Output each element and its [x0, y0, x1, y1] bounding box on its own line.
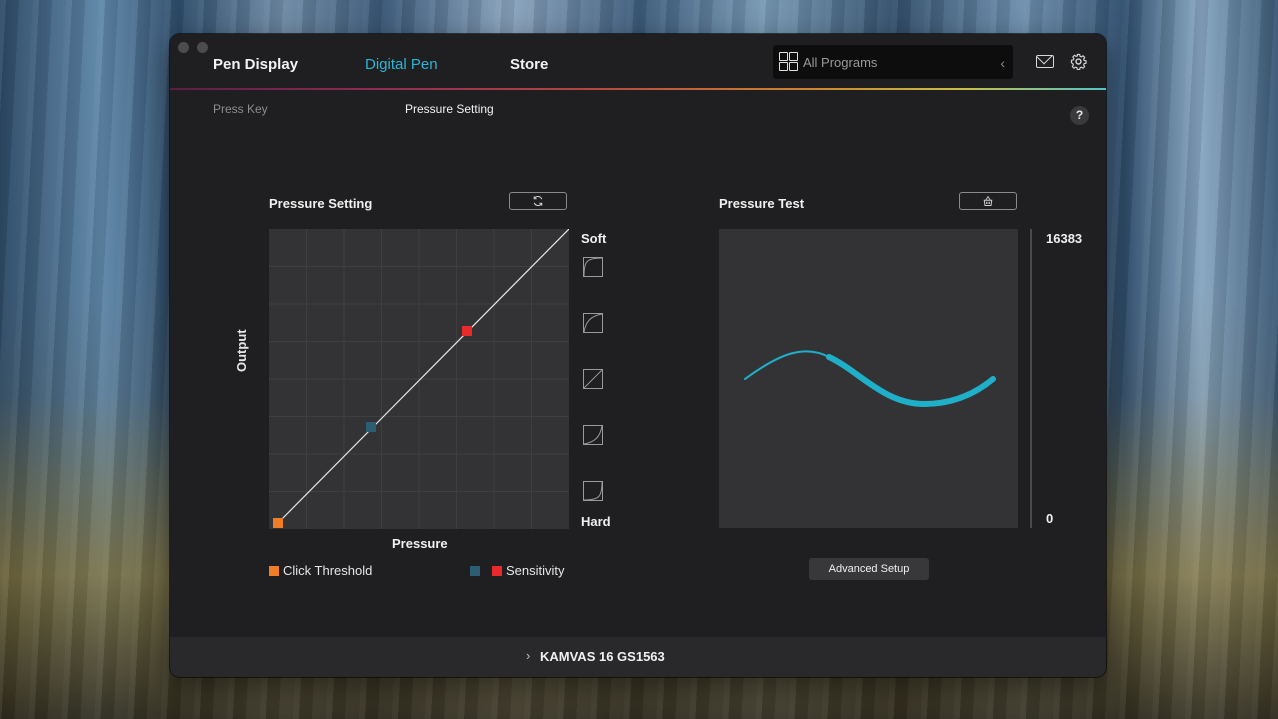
sensitivity-handle[interactable]	[462, 326, 472, 336]
click-threshold-handle[interactable]	[273, 518, 283, 528]
eraser-icon	[983, 195, 993, 206]
tab-digital-pen[interactable]: Digital Pen	[365, 56, 438, 73]
hard-curve-1-icon[interactable]	[583, 425, 603, 445]
top-navigation: Pen Display Digital Pen Store All Progra…	[170, 34, 1106, 90]
pressure-setting-title: Pressure Setting	[269, 196, 373, 211]
app-window: Pen Display Digital Pen Store All Progra…	[170, 34, 1106, 677]
program-selector[interactable]: All Programs ‹	[773, 45, 1013, 79]
apps-grid-icon	[779, 52, 799, 72]
linear-curve-icon[interactable]	[583, 369, 603, 389]
output-axis-label: Output	[234, 329, 249, 372]
click-threshold-swatch	[269, 565, 279, 576]
pressure-min-value: 0	[1046, 511, 1054, 526]
test-stroke-pressure	[826, 354, 996, 408]
tab-store[interactable]: Store	[510, 56, 548, 73]
device-footer: › KAMVAS 16 GS1563	[170, 637, 1106, 677]
pressure-level-bar	[1030, 229, 1032, 528]
mid-point-handle[interactable]	[366, 422, 376, 432]
sensitivity-label: Sensitivity	[506, 563, 565, 578]
reset-curve-button[interactable]	[509, 192, 567, 210]
tab-pen-display[interactable]: Pen Display	[213, 56, 298, 73]
device-name[interactable]: KAMVAS 16 GS1563	[540, 649, 665, 664]
refresh-icon	[533, 195, 543, 207]
subtab-press-key[interactable]: Press Key	[213, 102, 268, 116]
pressure-axis-label: Pressure	[392, 536, 448, 551]
clear-test-button[interactable]	[959, 192, 1017, 210]
header-divider	[170, 88, 1106, 90]
sensitivity-swatch	[492, 565, 502, 576]
pressure-curve-line	[277, 229, 569, 524]
legend-sensitivity: Sensitivity	[470, 563, 565, 578]
mid-point-swatch	[470, 565, 480, 576]
help-icon[interactable]: ?	[1070, 106, 1089, 125]
legend-click-threshold: Click Threshold	[269, 563, 372, 578]
program-selector-label: All Programs	[803, 55, 878, 70]
click-threshold-label: Click Threshold	[283, 563, 373, 578]
subtab-pressure-setting[interactable]: Pressure Setting	[405, 102, 494, 116]
chevron-right-icon[interactable]: ›	[526, 648, 530, 663]
soft-curve-2-icon[interactable]	[583, 313, 603, 333]
hard-curve-2-icon[interactable]	[583, 481, 603, 501]
mail-icon[interactable]	[1036, 55, 1054, 68]
gear-icon[interactable]	[1070, 53, 1087, 70]
soft-curve-1-icon[interactable]	[583, 257, 603, 277]
pressure-test-title: Pressure Test	[719, 196, 805, 211]
pressure-curve-graph[interactable]	[269, 229, 569, 529]
soft-label: Soft	[581, 231, 607, 246]
hard-label: Hard	[581, 514, 611, 529]
pressure-test-canvas[interactable]	[719, 229, 1018, 528]
pressure-max-value: 16383	[1046, 231, 1083, 246]
chevron-left-icon[interactable]: ‹	[1000, 55, 1005, 71]
advanced-setup-button[interactable]: Advanced Setup	[809, 558, 929, 580]
